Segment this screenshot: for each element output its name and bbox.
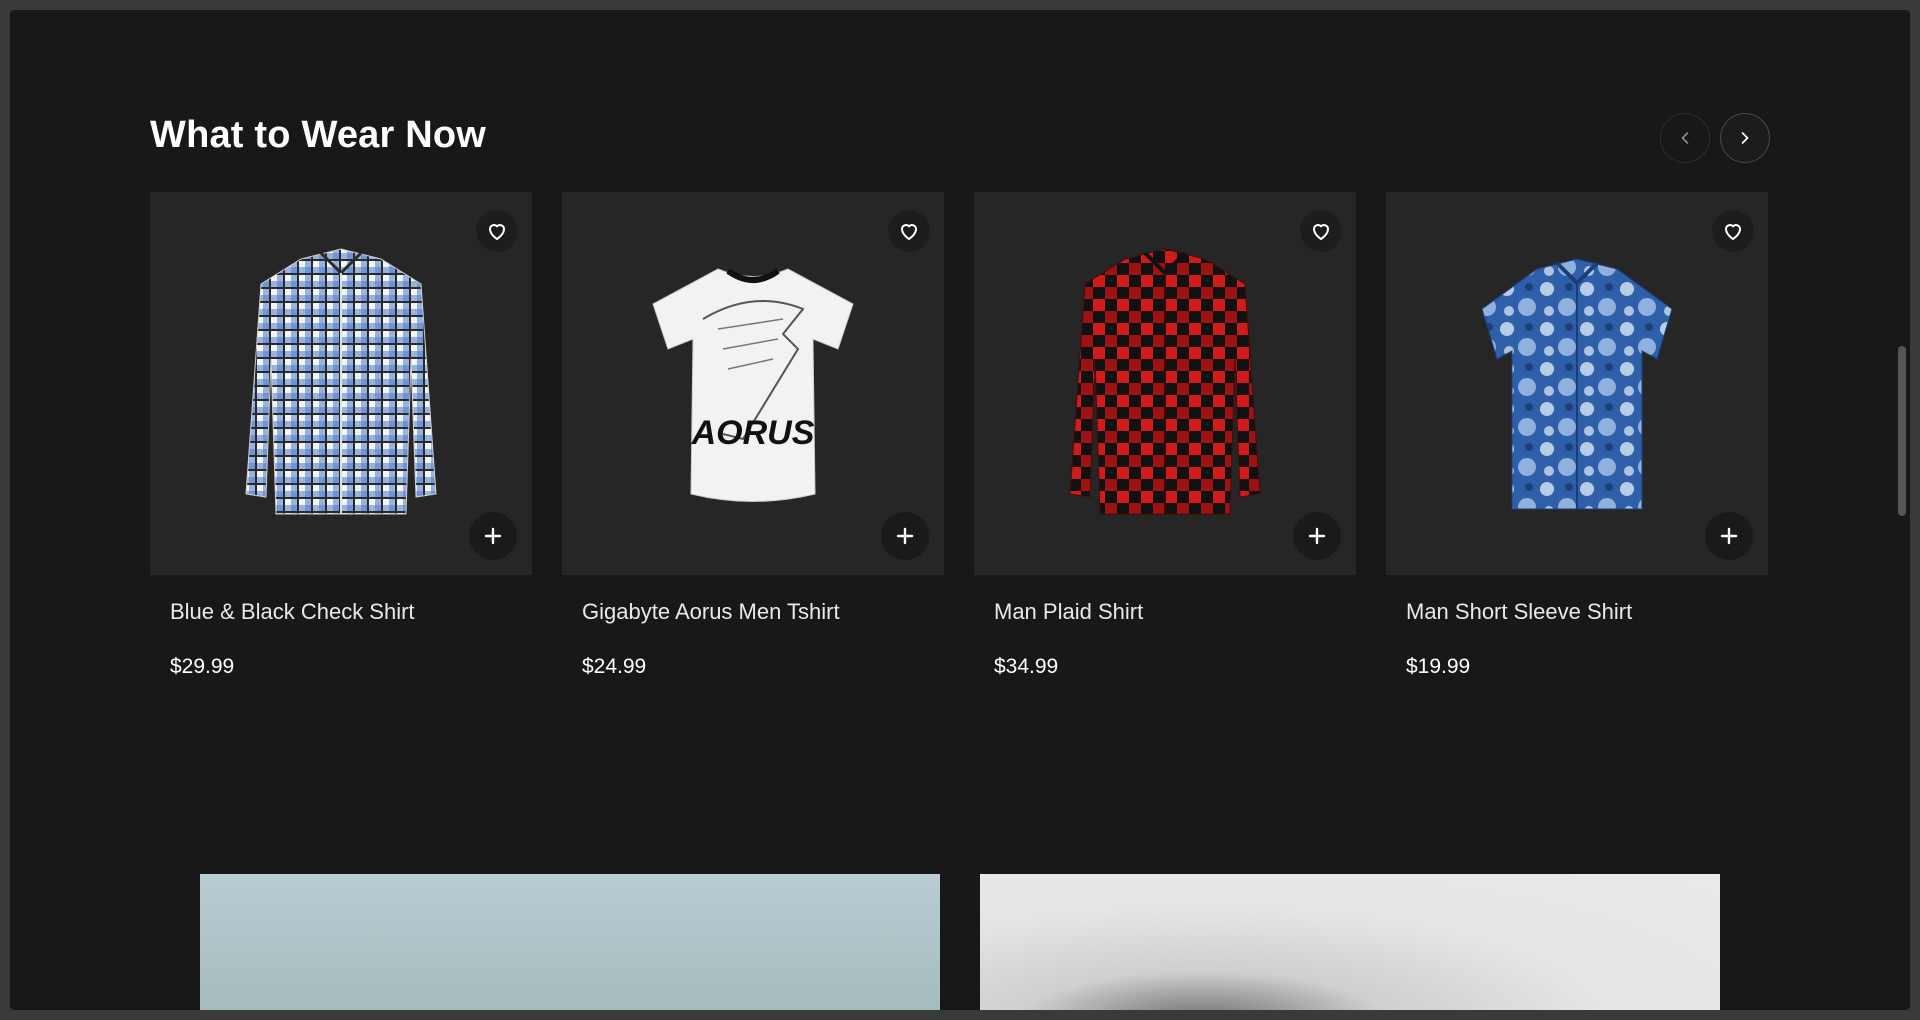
product-name[interactable]: Gigabyte Aorus Men Tshirt	[562, 599, 944, 625]
heart-icon	[489, 224, 505, 240]
product-image-area[interactable]	[1386, 192, 1768, 575]
section-title: What to Wear Now	[150, 114, 487, 156]
page-scrollbar[interactable]	[1898, 346, 1906, 516]
chevron-left-icon	[1681, 132, 1689, 144]
carousel-next-button[interactable]	[1720, 113, 1770, 163]
product-image: AORUS	[652, 267, 854, 502]
favorite-button[interactable]	[1300, 210, 1342, 252]
favorite-button[interactable]	[476, 210, 518, 252]
product-card[interactable]: AORUS Gigabyte Aorus Men Tshirt $24.99	[562, 192, 944, 679]
add-to-cart-button[interactable]	[1293, 512, 1341, 560]
chevron-right-icon	[1741, 132, 1749, 144]
svg-text:AORUS: AORUS	[691, 414, 815, 452]
heart-icon	[1725, 224, 1741, 240]
product-card[interactable]: Man Short Sleeve Shirt $19.99	[1386, 192, 1768, 679]
plus-icon	[896, 527, 914, 545]
product-price: $19.99	[1406, 655, 1471, 678]
favorite-button[interactable]	[888, 210, 930, 252]
product-card[interactable]: Man Plaid Shirt $34.99	[974, 192, 1356, 679]
product-image-area[interactable]	[150, 192, 532, 575]
add-to-cart-button[interactable]	[469, 512, 517, 560]
add-to-cart-button[interactable]	[881, 512, 929, 560]
product-image-area[interactable]: AORUS	[562, 192, 944, 575]
product-image	[245, 247, 437, 514]
product-name[interactable]: Man Short Sleeve Shirt	[1386, 599, 1768, 625]
heart-icon	[1313, 224, 1329, 240]
promo-banner-left[interactable]	[200, 874, 940, 1010]
heart-icon	[901, 224, 917, 240]
product-image	[1481, 257, 1673, 509]
add-to-cart-button[interactable]	[1705, 512, 1753, 560]
plus-icon	[1720, 527, 1738, 545]
app-window: What to Wear Now Blue & Black Check Shir…	[10, 10, 1910, 1010]
product-image	[1069, 247, 1261, 514]
product-price: $34.99	[994, 655, 1059, 678]
product-name[interactable]: Blue & Black Check Shirt	[150, 599, 532, 625]
product-carousel: Blue & Black Check Shirt $29.99 AORUS Gi…	[150, 192, 1768, 679]
plus-icon	[1308, 527, 1326, 545]
favorite-button[interactable]	[1712, 210, 1754, 252]
product-card[interactable]: Blue & Black Check Shirt $29.99	[150, 192, 532, 679]
product-price: $29.99	[170, 655, 235, 678]
product-image-area[interactable]	[974, 192, 1356, 575]
carousel-prev-button[interactable]	[1660, 113, 1710, 163]
product-price: $24.99	[582, 655, 647, 678]
product-name[interactable]: Man Plaid Shirt	[974, 599, 1356, 625]
promo-banner-right[interactable]	[980, 874, 1720, 1010]
plus-icon	[484, 527, 502, 545]
